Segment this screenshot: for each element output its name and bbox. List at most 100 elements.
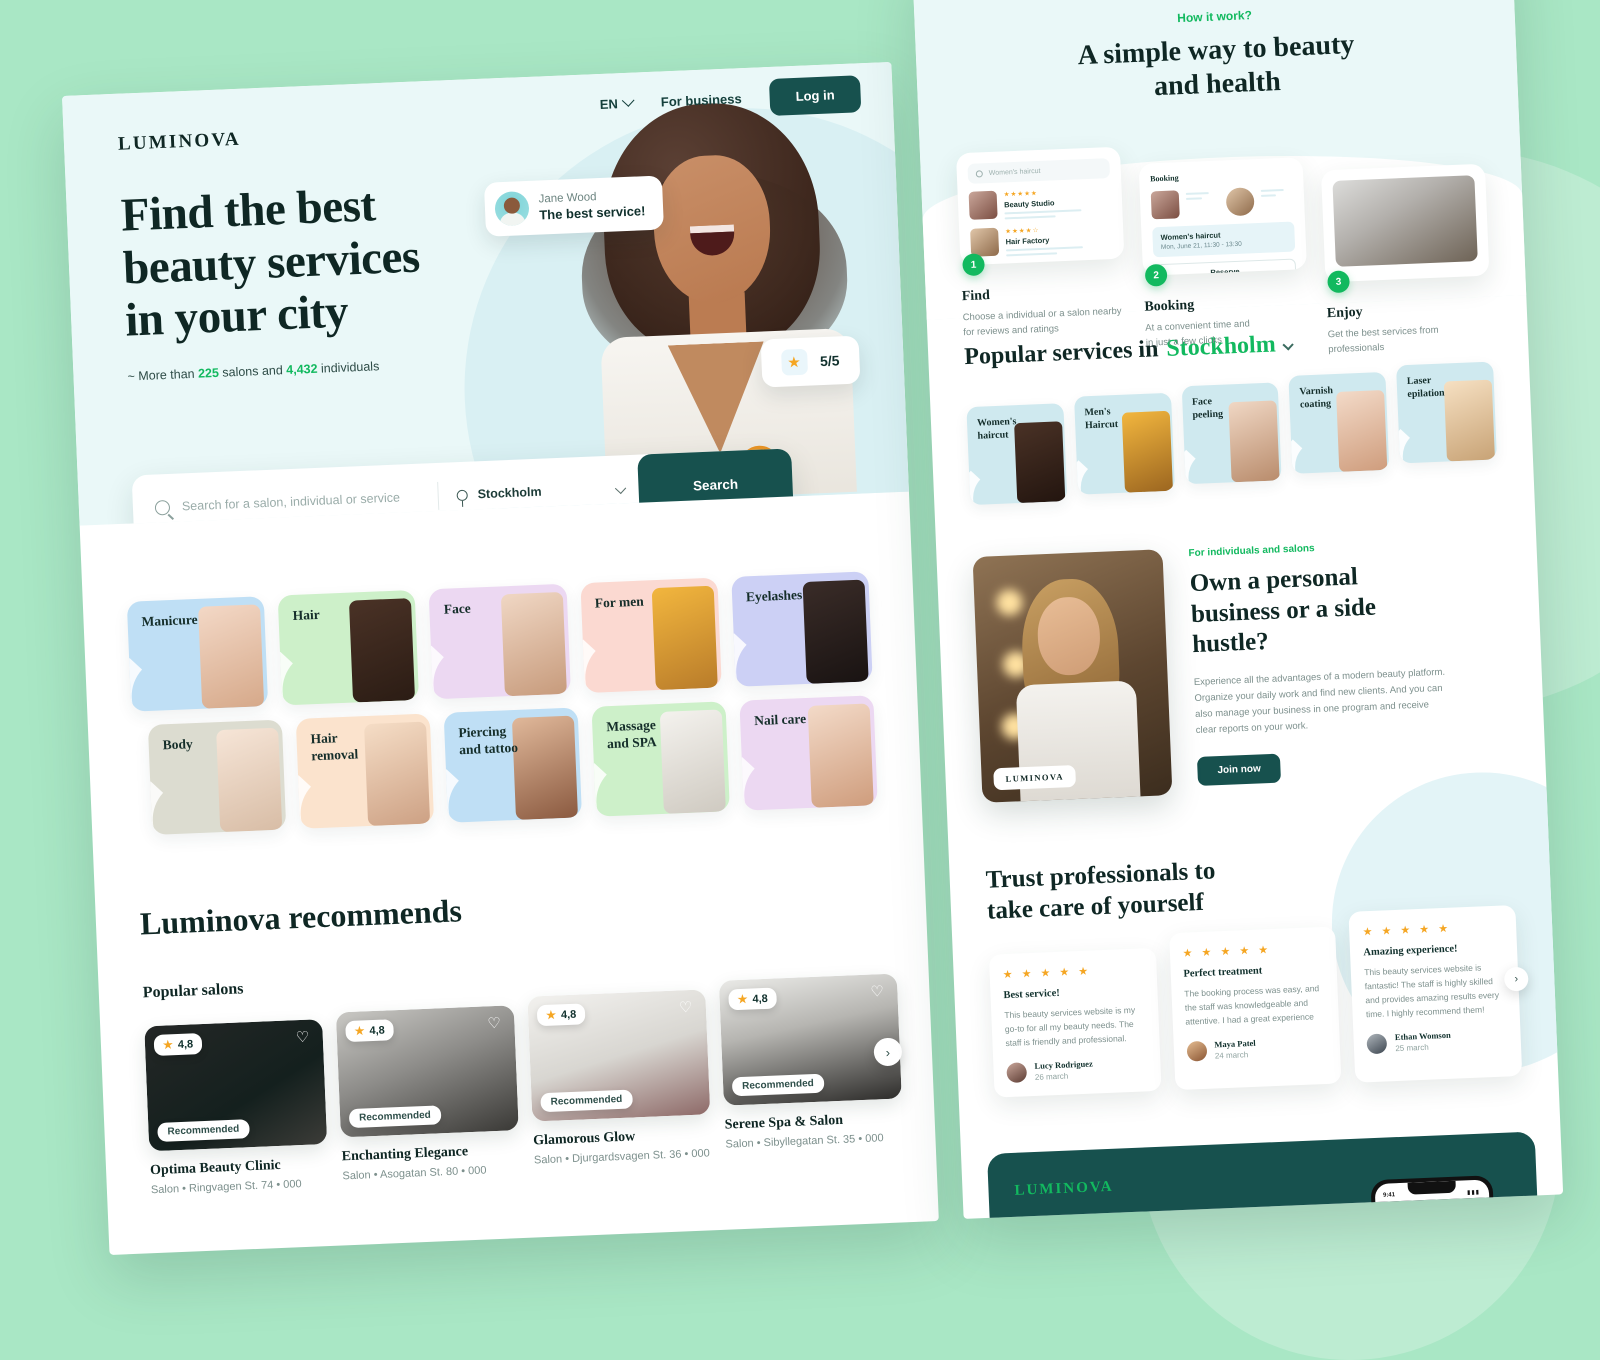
service-label: Face peeling <box>1191 396 1224 421</box>
favorite-heart-icon[interactable]: ♡ <box>295 1029 313 1047</box>
salon-photo <box>1332 175 1478 268</box>
hero-rating-badge: ★ 5/5 <box>760 335 861 388</box>
business-promo-image: LUMINOVA <box>972 549 1173 803</box>
hero-portrait-image <box>553 91 889 504</box>
favorite-heart-icon[interactable]: ♡ <box>679 999 697 1017</box>
how-it-works-title-line-2: and health <box>1153 65 1282 102</box>
phone-app-header: LUMINOVA <box>1383 1207 1483 1219</box>
salon-card[interactable]: ★ 4,8 ♡ Recommended Glamorous Glow Salon • Dj… <box>527 989 712 1180</box>
search-input-wrapper[interactable]: Search for a salon, individual or servic… <box>133 488 438 516</box>
category-image <box>364 721 431 827</box>
category-card[interactable]: Face <box>428 583 571 700</box>
for-business-link[interactable]: For business <box>661 91 742 109</box>
phone-mockup: 9:41 ▮▮▮ LUMINOVA <box>1370 1175 1501 1219</box>
business-eyebrow: For individuals and salons <box>1188 542 1315 560</box>
salon-card[interactable]: ★ 4,8 ♡ Recommended Enchanting Elegance Salon… <box>335 1005 521 1188</box>
placeholder-line <box>1260 189 1284 193</box>
step-description-line-1: Get the best services from <box>1327 324 1439 341</box>
service-card[interactable]: Laser epilation <box>1396 361 1497 464</box>
category-label: Nail care <box>753 711 807 729</box>
mini-search-field: Women's haircut <box>967 158 1111 185</box>
city-selector[interactable]: Stockholm <box>438 482 616 503</box>
how-it-works-section: How it work? A simple way to beauty and … <box>912 0 1527 355</box>
reviewer-avatar <box>494 190 530 227</box>
testimonial-author: Lucy Rodriguez <box>1034 1058 1093 1071</box>
landing-page-sheet-right: How it work? A simple way to beauty and … <box>912 0 1564 1219</box>
salon-thumbnail <box>970 227 1000 258</box>
category-image <box>349 598 416 703</box>
chevron-right-icon[interactable]: › <box>1503 966 1529 992</box>
mini-salon-name: Hair Factory <box>1005 235 1050 247</box>
salon-carousel: ★ 4,8 ♡ Recommended Optima Beauty Clinic Salo… <box>144 973 903 1196</box>
salon-meta: Salon • Sibyllegatan St. 35 • 000 <box>725 1132 884 1151</box>
service-card[interactable]: Women's haircut <box>966 403 1068 506</box>
step-booking-card: Booking Women's haircut Mon, June 21, 11… <box>1138 157 1308 276</box>
business-title: Own a personal business or a side hustle… <box>1189 559 1448 661</box>
placeholder-line <box>1004 215 1057 220</box>
avatar <box>1366 1032 1388 1054</box>
step-description-line-2: in just a few clicks <box>1145 334 1223 349</box>
reserve-button[interactable]: Reserve <box>1153 258 1297 276</box>
login-button[interactable]: Log in <box>768 75 862 116</box>
hero-stats-individual-count: 4,432 <box>285 361 318 378</box>
chevron-down-icon <box>621 94 635 107</box>
step-name: Booking <box>1144 297 1195 315</box>
hero-stats-mid: salons and <box>218 363 287 380</box>
step-description-line-2: professionals <box>1328 341 1385 356</box>
salon-card[interactable]: ★ 4,8 ♡ Recommended Optima Beauty Clinic Salo… <box>144 1019 329 1196</box>
phone-notch <box>1407 1180 1457 1195</box>
service-card[interactable]: Face peeling <box>1181 382 1283 485</box>
category-card[interactable]: Body <box>147 719 287 835</box>
category-card[interactable]: Manicure <box>126 596 269 712</box>
location-pin-icon <box>456 489 468 501</box>
salon-card[interactable]: ★ 4,8 ♡ Recommended Serene Spa & Salon Salon … <box>718 973 905 1173</box>
placeholder-line <box>1260 194 1277 198</box>
category-label: Face <box>443 600 472 617</box>
hero-section: EN For business Log in LUMINOVA Find the… <box>62 61 909 526</box>
phone-screen: 9:41 ▮▮▮ LUMINOVA <box>1374 1179 1497 1219</box>
category-image <box>659 709 726 814</box>
category-card[interactable]: Hair removal <box>295 713 435 829</box>
hero-title-line-2: beauty services <box>122 230 421 295</box>
salon-rating-badge: ★ 4,8 <box>153 1033 203 1057</box>
search-input[interactable]: Search for a salon, individual or servic… <box>182 490 401 513</box>
hero-stats: ~ More than 225 salons and 4,432 individ… <box>127 359 379 383</box>
avatar <box>1186 1040 1208 1062</box>
testimonial-title: Perfect treatment <box>1183 965 1263 980</box>
specialist-avatar <box>1225 187 1255 217</box>
step-name: Find <box>961 288 991 305</box>
category-card[interactable]: Massage and SPA <box>591 701 730 817</box>
favorite-heart-icon[interactable]: ♡ <box>487 1015 505 1033</box>
favorite-heart-icon[interactable]: ♡ <box>870 983 888 1001</box>
rating-stars: ★ ★ ★ ★ ★ <box>1362 922 1452 939</box>
category-card[interactable]: Piercing and tattoo <box>443 707 583 823</box>
step-find: Women's haircut ★★★★★ Beauty Studio ★★★★… <box>955 146 1129 373</box>
service-card[interactable]: Men's Haircut <box>1073 392 1175 495</box>
service-label: Women's haircut <box>976 416 1017 442</box>
service-label: Men's Haircut <box>1084 406 1119 432</box>
avatar[interactable] <box>1466 1207 1483 1219</box>
popular-services-row: Women's haircut Men's Haircut Face peeling Var… <box>966 361 1498 506</box>
category-label: Manicure <box>141 611 198 630</box>
category-image <box>651 585 718 691</box>
salon-thumbnail <box>968 190 998 221</box>
testimonial-card: ★ ★ ★ ★ ★ Perfect treatment The booking pr… <box>1168 926 1342 1091</box>
salon-name: Glamorous Glow <box>532 1129 636 1149</box>
category-card[interactable]: Hair <box>277 589 420 706</box>
brand-logo[interactable]: LUMINOVA <box>118 129 242 156</box>
testimonial-body: The booking process was easy, and the st… <box>1184 983 1320 1027</box>
testimonial-date: 26 march <box>1034 1071 1069 1082</box>
business-promo-section: LUMINOVA For individuals and salons Own … <box>934 482 1546 804</box>
join-now-button[interactable]: Join now <box>1196 753 1282 787</box>
business-photo-logo: LUMINOVA <box>993 764 1077 791</box>
language-selector[interactable]: EN <box>600 94 635 112</box>
avatar <box>1006 1061 1028 1083</box>
category-label: Eyelashes <box>745 587 803 605</box>
hero-stats-prefix: ~ More than <box>127 366 199 384</box>
category-card[interactable]: Eyelashes <box>731 571 873 687</box>
category-card[interactable]: Nail care <box>739 695 878 811</box>
service-card[interactable]: Varnish coating <box>1288 371 1390 474</box>
category-card[interactable]: For men <box>580 577 722 694</box>
phone-app-logo: LUMINOVA <box>1383 1212 1439 1219</box>
salon-photo: ★ 4,8 ♡ Recommended <box>718 973 902 1106</box>
